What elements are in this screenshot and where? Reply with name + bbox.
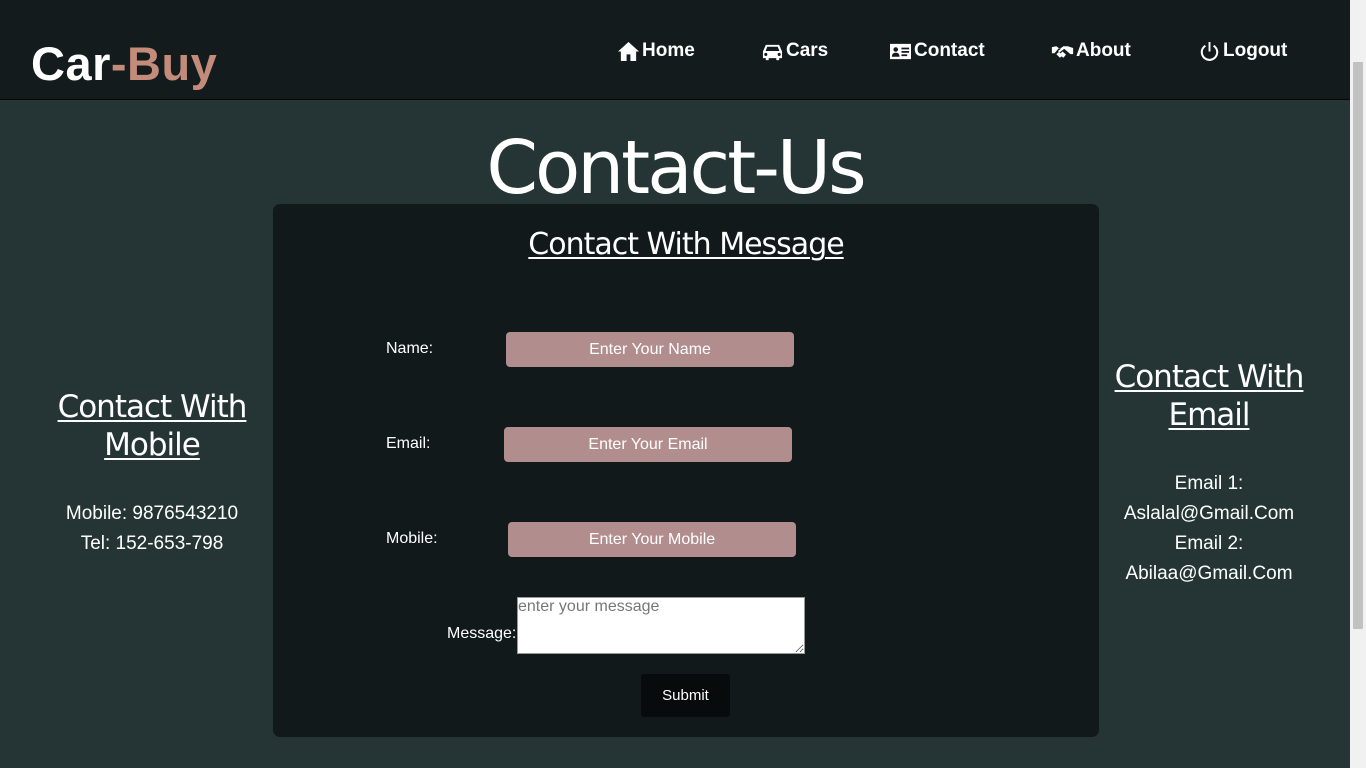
power-icon	[1200, 41, 1219, 61]
submit-button[interactable]: Submit	[641, 674, 730, 717]
nav-contact[interactable]: Contact	[889, 38, 985, 64]
email-2-address: Abilaa@Gmail.Com	[1125, 563, 1293, 584]
handshake-icon	[1051, 45, 1074, 58]
nav-cars-label: Cars	[786, 40, 829, 61]
email-2-label: Email 2:	[1174, 533, 1244, 554]
name-input[interactable]	[506, 332, 794, 367]
contact-form-panel: Contact With Message Name: Email: Mobile…	[273, 204, 1099, 737]
nav-about-label: About	[1076, 40, 1131, 61]
nav-contact-label: Contact	[914, 40, 985, 61]
message-textarea[interactable]	[517, 597, 805, 654]
contact-form-title: Contact With Message	[528, 227, 844, 262]
mobile-number: Mobile: 9876543210	[65, 503, 239, 524]
nav-logout[interactable]: Logout	[1198, 38, 1287, 64]
message-label: Message:	[447, 625, 517, 642]
car-icon	[762, 44, 783, 60]
telephone-number: Tel: 152-653-798	[80, 533, 224, 554]
page-title: Contact-Us	[486, 125, 866, 211]
top-navbar: Car-Buy Home Cars Contact About Logout	[0, 0, 1350, 100]
nav-logout-label: Logout	[1223, 40, 1288, 61]
vertical-scrollbar[interactable]	[1350, 0, 1366, 768]
nav-about[interactable]: About	[1051, 38, 1131, 64]
address-card-icon	[890, 43, 911, 59]
mobile-label: Mobile:	[386, 530, 438, 547]
main-nav: Home Cars Contact About Logout	[0, 38, 1350, 64]
email-contact-heading: Contact With Email	[1114, 359, 1305, 433]
email-1-address: Aslalal@Gmail.Com	[1123, 503, 1295, 524]
email-1-label: Email 1:	[1174, 473, 1244, 494]
nav-cars[interactable]: Cars	[761, 38, 828, 64]
nav-home-label: Home	[642, 40, 695, 61]
mobile-input[interactable]	[508, 522, 796, 557]
home-icon	[618, 41, 639, 61]
mobile-contact-section: Contact With Mobile Mobile: 9876543210 T…	[40, 388, 264, 559]
mobile-contact-heading: Contact With Mobile	[57, 389, 248, 463]
name-label: Name:	[386, 340, 434, 357]
email-contact-section: Contact With Email Email 1: Aslalal@Gmai…	[1098, 358, 1320, 589]
email-input[interactable]	[504, 427, 792, 462]
nav-home[interactable]: Home	[617, 38, 695, 64]
scrollbar-thumb[interactable]	[1353, 62, 1363, 629]
email-label: Email:	[386, 435, 431, 452]
